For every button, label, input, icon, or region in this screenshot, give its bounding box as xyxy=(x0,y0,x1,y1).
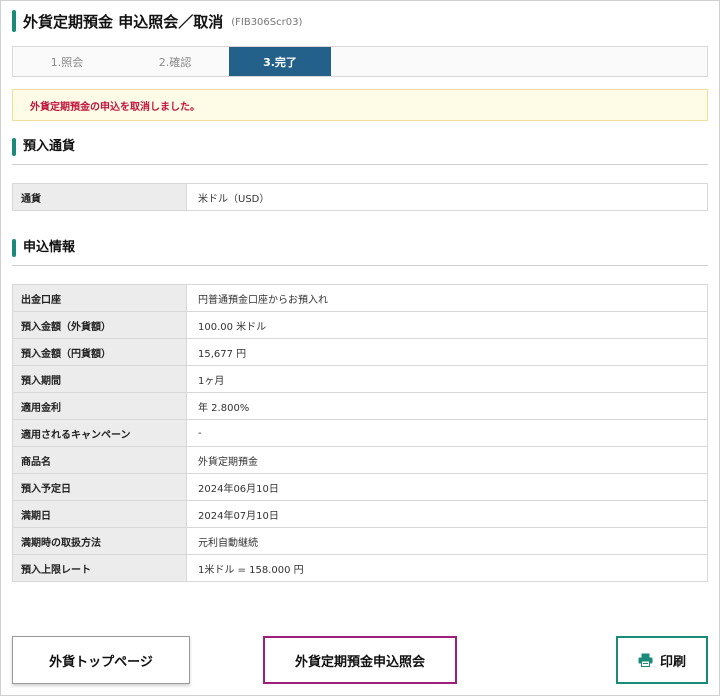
row-value: 15,677 円 xyxy=(186,338,708,366)
step-confirm: 2.確認 xyxy=(158,55,192,69)
row-label: 預入予定日 xyxy=(12,473,187,501)
currency-table: 通貨 米ドル（USD） xyxy=(12,183,708,211)
heading-accent-bar xyxy=(12,239,16,257)
row-label: 満期時の取扱方法 xyxy=(12,527,187,555)
section-heading-application: 申込情報 xyxy=(12,239,708,266)
table-row: 満期日 2024年07月10日 xyxy=(12,500,708,528)
row-value: 円普通預金口座からお預入れ xyxy=(186,284,708,312)
row-value: 2024年06月10日 xyxy=(186,473,708,501)
row-label: 通貨 xyxy=(12,183,187,211)
progress-stepper: 1.照会 2.確認 3.完了 xyxy=(12,46,708,77)
row-value: 2024年07月10日 xyxy=(186,500,708,528)
row-value: 1ヶ月 xyxy=(186,365,708,393)
printer-icon xyxy=(638,653,653,667)
section-heading-currency: 預入通貨 xyxy=(12,138,708,165)
row-label: 適用されるキャンペーン xyxy=(12,419,187,447)
step-inquiry: 1.照会 xyxy=(50,55,84,69)
table-row: 預入金額（円貨額） 15,677 円 xyxy=(12,338,708,366)
table-row: 預入予定日 2024年06月10日 xyxy=(12,473,708,501)
step-complete: 3.完了 xyxy=(229,47,331,76)
row-value: 元利自動継続 xyxy=(186,527,708,555)
fx-deposit-inquiry-button[interactable]: 外貨定期預金申込照会 xyxy=(263,636,457,684)
row-value: 外貨定期預金 xyxy=(186,446,708,474)
table-row: 預入期間 1ヶ月 xyxy=(12,365,708,393)
page-title: 外貨定期預金 申込照会／取消 xyxy=(23,12,224,31)
section-title: 預入通貨 xyxy=(23,139,76,154)
row-value: 米ドル（USD） xyxy=(186,183,708,211)
table-row: 適用金利 年 2.800% xyxy=(12,392,708,420)
row-label: 預入金額（円貨額） xyxy=(12,338,187,366)
table-row: 出金口座 円普通預金口座からお預入れ xyxy=(12,284,708,312)
row-label: 預入期間 xyxy=(12,365,187,393)
row-value: - xyxy=(186,419,708,447)
row-label: 商品名 xyxy=(12,446,187,474)
table-row: 預入金額（外貨額） 100.00 米ドル xyxy=(12,311,708,339)
screen-id: (FIB306Scr03) xyxy=(231,17,303,28)
table-row: 満期時の取扱方法 元利自動継続 xyxy=(12,527,708,555)
section-title: 申込情報 xyxy=(23,240,76,255)
print-button[interactable]: 印刷 xyxy=(616,636,708,684)
row-label: 出金口座 xyxy=(12,284,187,312)
heading-accent-bar xyxy=(12,138,16,156)
row-value: 年 2.800% xyxy=(186,392,708,420)
row-label: 適用金利 xyxy=(12,392,187,420)
table-row: 商品名 外貨定期預金 xyxy=(12,446,708,474)
table-row: 通貨 米ドル（USD） xyxy=(12,183,708,211)
page-header: 外貨定期預金 申込照会／取消 (FIB306Scr03) xyxy=(12,9,302,33)
row-label: 満期日 xyxy=(12,500,187,528)
table-row: 適用されるキャンペーン - xyxy=(12,419,708,447)
table-row: 預入上限レート 1米ドル = 158.000 円 xyxy=(12,554,708,582)
row-value: 100.00 米ドル xyxy=(186,311,708,339)
row-label: 預入上限レート xyxy=(12,554,187,582)
row-label: 預入金額（外貨額） xyxy=(12,311,187,339)
completion-message: 外貨定期預金の申込を取消しました。 xyxy=(12,89,708,121)
fx-top-page-button[interactable]: 外貨トップページ xyxy=(12,636,190,684)
fx-deposit-inquiry-label: 外貨定期預金申込照会 xyxy=(294,654,425,670)
heading-accent-bar xyxy=(12,10,16,32)
fx-top-page-label: 外貨トップページ xyxy=(49,654,153,670)
print-label: 印刷 xyxy=(659,654,686,670)
application-table: 出金口座 円普通預金口座からお預入れ 預入金額（外貨額） 100.00 米ドル … xyxy=(12,284,708,582)
row-value: 1米ドル = 158.000 円 xyxy=(186,554,708,582)
